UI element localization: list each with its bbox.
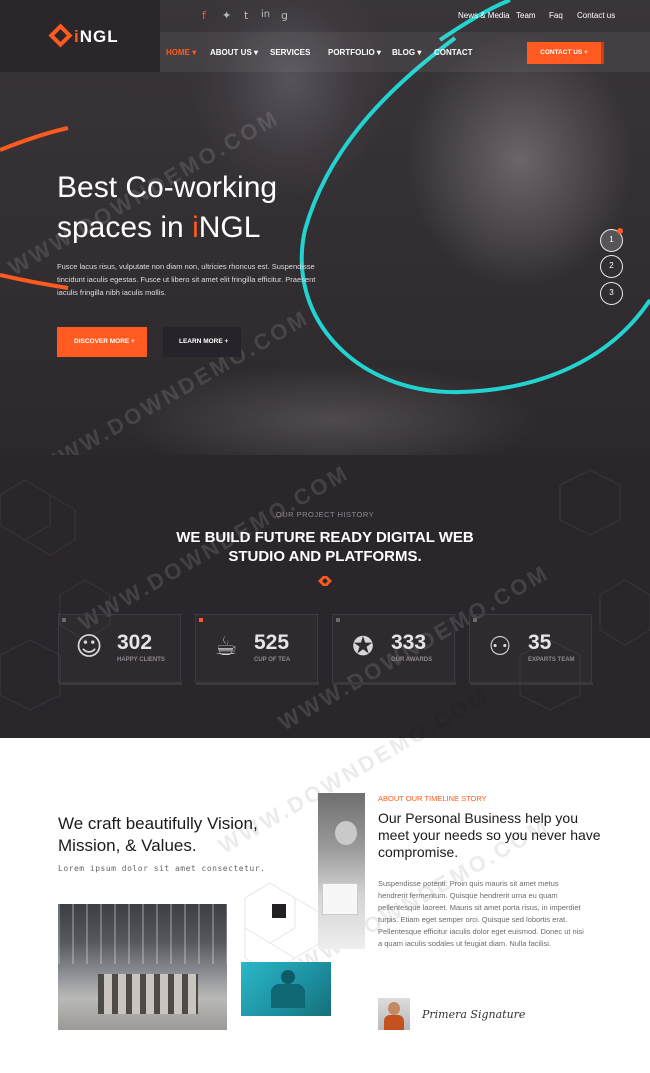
toplink-team[interactable]: Team — [516, 11, 536, 20]
toplink-news-media[interactable]: News & Media — [458, 11, 510, 20]
stat-value: 333 — [391, 631, 427, 654]
card-corner-marker — [62, 618, 66, 622]
linkedin-icon[interactable]: in — [261, 9, 270, 20]
card-corner-marker — [473, 618, 477, 622]
discover-more-button[interactable]: DISCOVER MORE + — [57, 327, 147, 357]
nav-blog[interactable]: BLOG ▾ — [392, 48, 421, 57]
nav-portfolio[interactable]: PORTFOLIO ▾ — [328, 48, 381, 57]
about-eyebrow: ABOUT OUR TIMELINE STORY — [378, 794, 487, 803]
decor-square — [272, 904, 286, 918]
slide-dot-2[interactable]: 2 — [600, 255, 623, 278]
diamond-divider-icon — [318, 576, 332, 586]
about-heading: We craft beautifully Vision, Mission, & V… — [58, 814, 258, 855]
top-bar: f ✦ t in g News & Media Team Faq Contact… — [160, 0, 650, 32]
learn-more-button[interactable]: LEARN MORE + — [163, 327, 241, 357]
signature-text: Primera Signature — [422, 1008, 526, 1021]
tumblr-icon[interactable]: t — [244, 9, 248, 22]
about-paragraph: Suspendisse potenti. Proin quis mauris s… — [378, 879, 584, 948]
stat-card-clients: ☺ 302 HAPPY CLIENTS — [58, 614, 182, 685]
stat-card-tea: ☕ 525 CUP OF TEA — [195, 614, 319, 685]
coffee-cup-icon: ☕ — [214, 632, 238, 662]
baby-face-icon: ☺ — [75, 632, 103, 662]
hero-title: Best Co-working spaces in iNGL — [57, 171, 278, 244]
stat-label: CUP OF TEA — [254, 657, 291, 663]
logo-area[interactable]: iNGL — [0, 0, 160, 72]
logo-text: iNGL — [74, 27, 119, 46]
stats-title: WE BUILD FUTURE READY DIGITAL WEB STUDIO … — [176, 529, 474, 565]
about-heading-2: Our Personal Business help you meet your… — [378, 810, 601, 860]
nav-contact[interactable]: CONTACT — [434, 48, 473, 57]
stat-label: HAPPY CLIENTS — [117, 657, 165, 663]
hero-description: Fusce lacus risus, vulputate non diam no… — [57, 262, 316, 297]
man-laptop-photo — [318, 793, 365, 949]
card-underline — [59, 682, 182, 685]
slide-dot-3[interactable]: 3 — [600, 282, 623, 305]
google-icon[interactable]: g — [281, 9, 288, 22]
nav-about-us[interactable]: ABOUT US ▾ — [210, 48, 258, 57]
stat-card-awards: ✪ 333 OUR AWARDS — [332, 614, 456, 685]
stat-value: 302 — [117, 631, 153, 654]
about-subtext: Lorem ipsum dolor sit amet consectetur. — [58, 864, 266, 873]
card-underline — [470, 682, 593, 685]
toplink-faq[interactable]: Faq — [549, 11, 563, 20]
award-medal-icon: ✪ — [352, 632, 374, 662]
nav-home[interactable]: HOME ▾ — [166, 48, 196, 57]
card-underline — [196, 682, 319, 685]
stat-label: EXPARTS TEAM — [528, 657, 575, 663]
twitter-icon[interactable]: ✦ — [222, 9, 231, 22]
stat-value: 35 — [528, 631, 552, 654]
nav-services[interactable]: SERVICES — [270, 48, 310, 57]
stat-value: 525 — [254, 631, 290, 654]
slide-dot-1[interactable]: 1 — [600, 228, 623, 252]
card-corner-marker — [199, 618, 203, 622]
stats-eyebrow: OUR PROJECT HISTORY — [275, 510, 375, 519]
card-underline — [333, 682, 456, 685]
stat-card-team: ⚇ 35 EXPARTS TEAM — [469, 614, 593, 685]
contact-us-button[interactable]: CONTACT US + — [527, 42, 604, 64]
logo-icon — [48, 23, 73, 48]
stat-label: OUR AWARDS — [391, 657, 433, 663]
team-icon: ⚇ — [488, 632, 512, 662]
facebook-icon[interactable]: f — [202, 9, 206, 22]
toplink-contact-us[interactable]: Contact us — [577, 11, 615, 20]
avatar — [378, 998, 410, 1030]
stats-section: WWW.DOWNDEMO.COM WWW.DOWNDEMO.COM — [0, 455, 650, 738]
office-photo — [58, 904, 227, 1030]
card-corner-marker — [336, 618, 340, 622]
team-cyan-photo — [241, 962, 331, 1016]
